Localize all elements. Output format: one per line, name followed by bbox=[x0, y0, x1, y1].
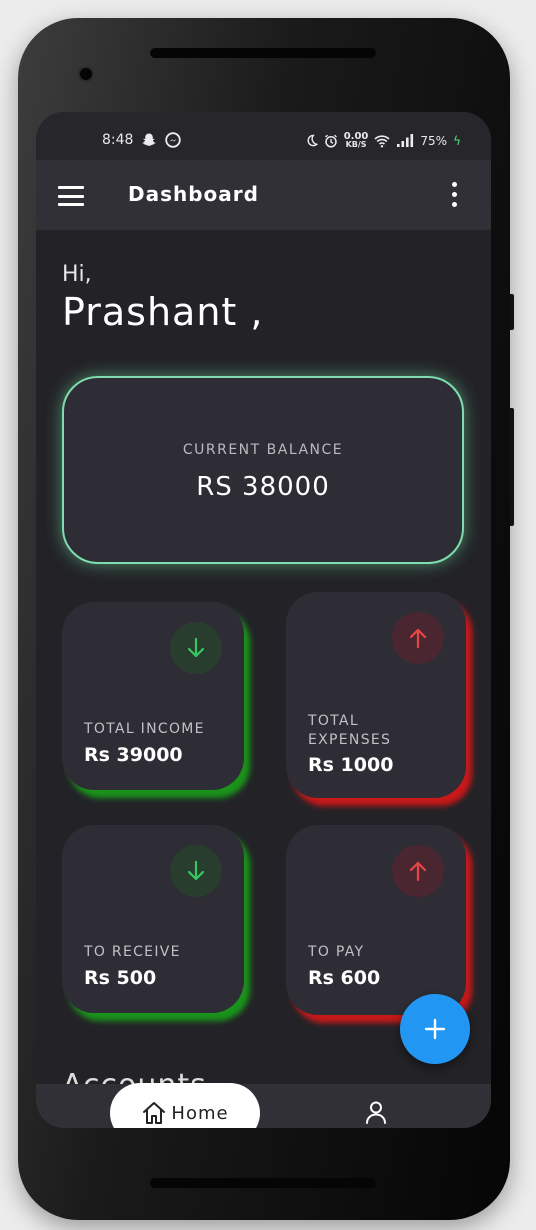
snapchat-icon bbox=[142, 133, 156, 146]
arrow-down-icon bbox=[170, 845, 222, 897]
power-button bbox=[510, 408, 514, 526]
total-expenses-card[interactable]: TOTAL EXPENSES Rs 1000 bbox=[286, 592, 466, 798]
balance-value: RS 38000 bbox=[196, 472, 330, 502]
bottom-navigation: Home bbox=[36, 1083, 491, 1128]
app-bar: Dashboard bbox=[36, 160, 491, 230]
front-camera bbox=[78, 66, 94, 82]
greeting-user-name: Prashant , bbox=[62, 290, 264, 334]
earpiece-speaker bbox=[150, 48, 376, 58]
to-receive-label: TO RECEIVE bbox=[84, 944, 181, 960]
current-balance-card[interactable]: CURRENT BALANCE RS 38000 bbox=[62, 376, 464, 564]
to-receive-card[interactable]: TO RECEIVE Rs 500 bbox=[62, 825, 244, 1013]
wifi-icon bbox=[374, 134, 390, 147]
profile-user-icon[interactable] bbox=[364, 1100, 388, 1124]
to-pay-value: Rs 600 bbox=[308, 967, 381, 989]
arrow-up-icon bbox=[392, 845, 444, 897]
home-icon bbox=[143, 1102, 166, 1124]
to-pay-card[interactable]: TO PAY Rs 600 bbox=[286, 825, 466, 1015]
volume-button bbox=[510, 294, 514, 330]
total-income-label: TOTAL INCOME bbox=[84, 721, 205, 737]
total-expenses-label: TOTAL EXPENSES bbox=[308, 713, 392, 748]
status-bar: 8:48 0.00 KB/S 75% ϟ bbox=[36, 112, 491, 160]
messenger-icon bbox=[165, 132, 182, 148]
app-screen: 8:48 0.00 KB/S 75% ϟ Dashboard Hi, Prash… bbox=[36, 112, 491, 1128]
page-title: Dashboard bbox=[128, 182, 259, 206]
to-pay-label: TO PAY bbox=[308, 944, 365, 960]
to-receive-value: Rs 500 bbox=[84, 967, 157, 989]
more-options-icon[interactable] bbox=[452, 182, 457, 207]
alarm-clock-icon bbox=[324, 134, 337, 148]
total-income-value: Rs 39000 bbox=[84, 744, 183, 766]
status-time: 8:48 bbox=[102, 132, 134, 148]
add-transaction-button[interactable] bbox=[400, 994, 470, 1064]
arrow-down-icon bbox=[170, 622, 222, 674]
nav-home-label: Home bbox=[171, 1102, 229, 1124]
do-not-disturb-moon-icon bbox=[307, 134, 318, 147]
arrow-up-icon bbox=[392, 612, 444, 664]
total-expenses-value: Rs 1000 bbox=[308, 754, 394, 776]
battery-percent: 75% bbox=[420, 133, 448, 148]
nav-home-tab[interactable]: Home bbox=[110, 1083, 260, 1128]
hamburger-menu-icon[interactable] bbox=[58, 186, 84, 206]
plus-icon bbox=[424, 1018, 446, 1040]
charging-bolt-icon: ϟ bbox=[453, 133, 461, 148]
bottom-speaker bbox=[150, 1178, 376, 1188]
total-income-card[interactable]: TOTAL INCOME Rs 39000 bbox=[62, 602, 244, 790]
signal-bars-icon bbox=[397, 134, 414, 147]
balance-label: CURRENT BALANCE bbox=[182, 442, 344, 458]
network-speed: 0.00 KB/S bbox=[343, 131, 369, 149]
greeting-hi: Hi, bbox=[62, 262, 92, 287]
phone-frame: 8:48 0.00 KB/S 75% ϟ Dashboard Hi, Prash… bbox=[18, 18, 514, 1220]
